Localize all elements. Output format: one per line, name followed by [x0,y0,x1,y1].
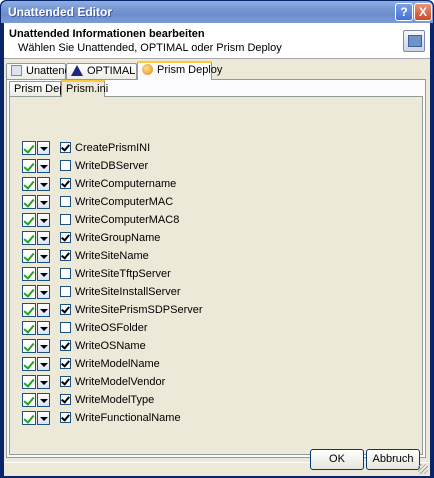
option-checkbox[interactable] [60,232,71,243]
subtab-label: Prism.ini [66,83,109,95]
option-label: WriteFunctionalName [75,412,181,424]
chevron-down-icon[interactable] [37,177,50,191]
header-title: Unattended Informationen bearbeiten [9,28,205,40]
unattended-icon [11,65,22,76]
option-checkbox[interactable] [60,142,71,153]
dialog-header: Unattended Informationen bearbeiten Wähl… [4,23,430,59]
prism-deploy-panel: Prism Deploy Prism.ini CreatePrismINI Wri… [6,79,426,458]
chevron-down-icon[interactable] [37,321,50,335]
checkmark-icon[interactable] [22,141,36,155]
option-checkbox[interactable] [60,340,71,351]
option-label: WriteModelName [75,358,160,370]
chevron-down-icon[interactable] [37,159,50,173]
checkmark-icon[interactable] [22,231,36,245]
checkmark-icon[interactable] [22,213,36,227]
close-button[interactable]: X [414,3,432,21]
chevron-down-icon[interactable] [37,411,50,425]
option-checkbox[interactable] [60,412,71,423]
chevron-down-icon[interactable] [37,231,50,245]
chevron-down-icon[interactable] [37,303,50,317]
option-label: WriteModelVendor [75,376,166,388]
option-label: WriteGroupName [75,232,161,244]
checkmark-icon[interactable] [22,393,36,407]
chevron-down-icon[interactable] [37,285,50,299]
chevron-down-icon[interactable] [37,195,50,209]
chevron-down-icon[interactable] [37,141,50,155]
tab-label: Prism Deploy [157,64,223,76]
chevron-down-icon[interactable] [37,213,50,227]
option-checkbox[interactable] [60,358,71,369]
ok-button[interactable]: OK [310,449,364,470]
option-checkbox[interactable] [60,250,71,261]
wizard-icon [403,30,425,52]
option-label: WriteSiteName [75,250,149,262]
option-label: WriteComputerMAC [75,196,174,208]
checkmark-icon[interactable] [22,339,36,353]
cancel-button[interactable]: Abbruch [366,449,420,470]
checkmark-icon[interactable] [22,285,36,299]
checkmark-icon[interactable] [22,195,36,209]
chevron-down-icon[interactable] [37,339,50,353]
subtab-prism-deploy[interactable]: Prism Deploy [9,81,79,96]
prism-icon [142,64,153,75]
editor-window: Unattended Editor ? X Unattended Informa… [0,0,434,478]
chevron-down-icon[interactable] [37,249,50,263]
help-button[interactable]: ? [395,3,413,21]
option-label: WriteComputername [75,178,177,190]
option-checkbox[interactable] [60,304,71,315]
tab-prism-deploy[interactable]: Prism Deploy [137,61,222,80]
option-label: WriteComputerMAC8 [75,214,180,226]
header-subtitle: Wählen Sie Unattended, OPTIMAL oder Pris… [18,42,282,54]
option-checkbox[interactable] [60,268,71,279]
tab-optimal[interactable]: OPTIMAL [66,63,137,79]
checkmark-icon[interactable] [22,357,36,371]
option-checkbox[interactable] [60,214,71,225]
dialog-client: Unattended Informationen bearbeiten Wähl… [4,23,430,476]
option-checkbox[interactable] [60,196,71,207]
chevron-down-icon[interactable] [37,393,50,407]
prism-ini-panel: CreatePrismINI WriteDBServer WriteComputer… [9,96,423,455]
option-label: WriteSiteTftpServer [75,268,171,280]
checkmark-icon[interactable] [22,177,36,191]
resize-grip[interactable] [418,464,428,474]
tab-label: OPTIMAL [87,65,136,77]
option-checkbox[interactable] [60,322,71,333]
subtab-prism-ini[interactable]: Prism.ini [61,80,109,97]
option-checkbox[interactable] [60,178,71,189]
window-title: Unattended Editor [8,5,112,19]
option-label: WriteModelType [75,394,155,406]
checkmark-icon[interactable] [22,267,36,281]
option-label: WriteSiteInstallServer [75,286,181,298]
checkmark-icon[interactable] [22,375,36,389]
chevron-down-icon[interactable] [37,357,50,371]
option-label: WriteSitePrismSDPServer [75,304,203,316]
option-checkbox[interactable] [60,286,71,297]
tab-unattended[interactable]: Unattended [6,63,83,79]
chevron-down-icon[interactable] [37,375,50,389]
option-label: WriteOSFolder [75,322,148,334]
checkmark-icon[interactable] [22,411,36,425]
option-checkbox[interactable] [60,394,71,405]
option-label: WriteOSName [75,340,146,352]
option-label: CreatePrismINI [75,142,151,154]
option-checkbox[interactable] [60,376,71,387]
title-bar[interactable]: Unattended Editor ? X [1,1,433,23]
checkmark-icon[interactable] [22,249,36,263]
optimal-triangle-icon [71,65,83,76]
chevron-down-icon[interactable] [37,267,50,281]
option-label: WriteDBServer [75,160,149,172]
checkmark-icon[interactable] [22,321,36,335]
checkmark-icon[interactable] [22,303,36,317]
option-checkbox[interactable] [60,160,71,171]
checkmark-icon[interactable] [22,159,36,173]
